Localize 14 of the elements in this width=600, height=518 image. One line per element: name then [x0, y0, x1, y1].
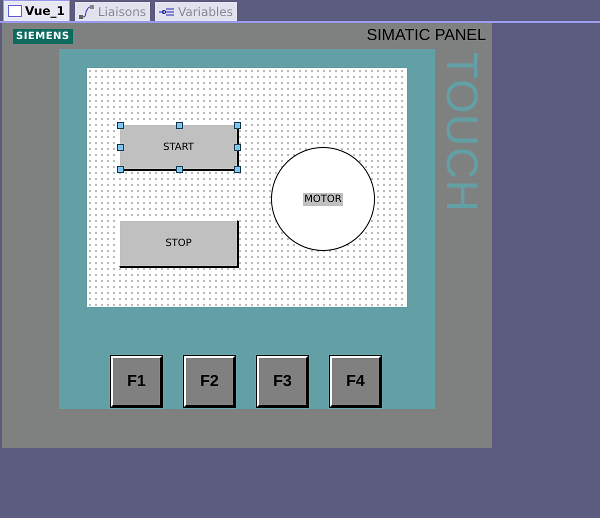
- hmi-button[interactable]: START: [119, 124, 238, 170]
- model-label: SIMATIC PANEL: [366, 27, 486, 45]
- function-key[interactable]: F4: [330, 356, 381, 407]
- function-key[interactable]: F3: [257, 356, 308, 407]
- hmi-button[interactable]: STOP: [119, 220, 238, 267]
- motor-circle[interactable]: MOTOR: [271, 147, 375, 251]
- function-key[interactable]: F2: [184, 356, 235, 407]
- tag-list-icon: [159, 6, 176, 16]
- screen-icon: [8, 5, 22, 17]
- brand-logo: SIEMENS: [13, 28, 73, 44]
- connection-icon: [78, 4, 95, 18]
- editor-tab[interactable]: Vue_1: [3, 0, 70, 21]
- function-key[interactable]: F1: [111, 356, 162, 407]
- motor-label: MOTOR: [303, 192, 343, 206]
